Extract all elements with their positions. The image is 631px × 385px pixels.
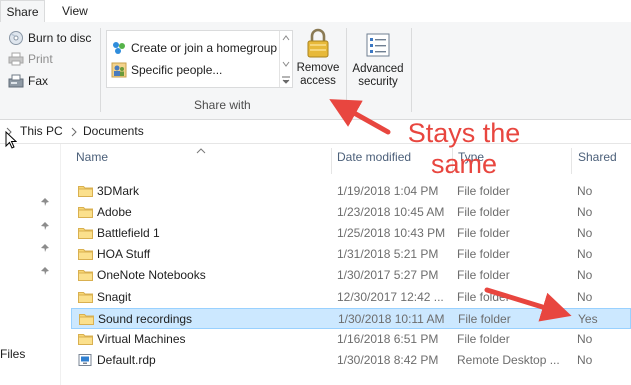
arrow-to-shared-yes — [484, 287, 572, 322]
annotation-arrows — [329, 99, 572, 322]
arrow-to-remove-access — [329, 99, 391, 135]
